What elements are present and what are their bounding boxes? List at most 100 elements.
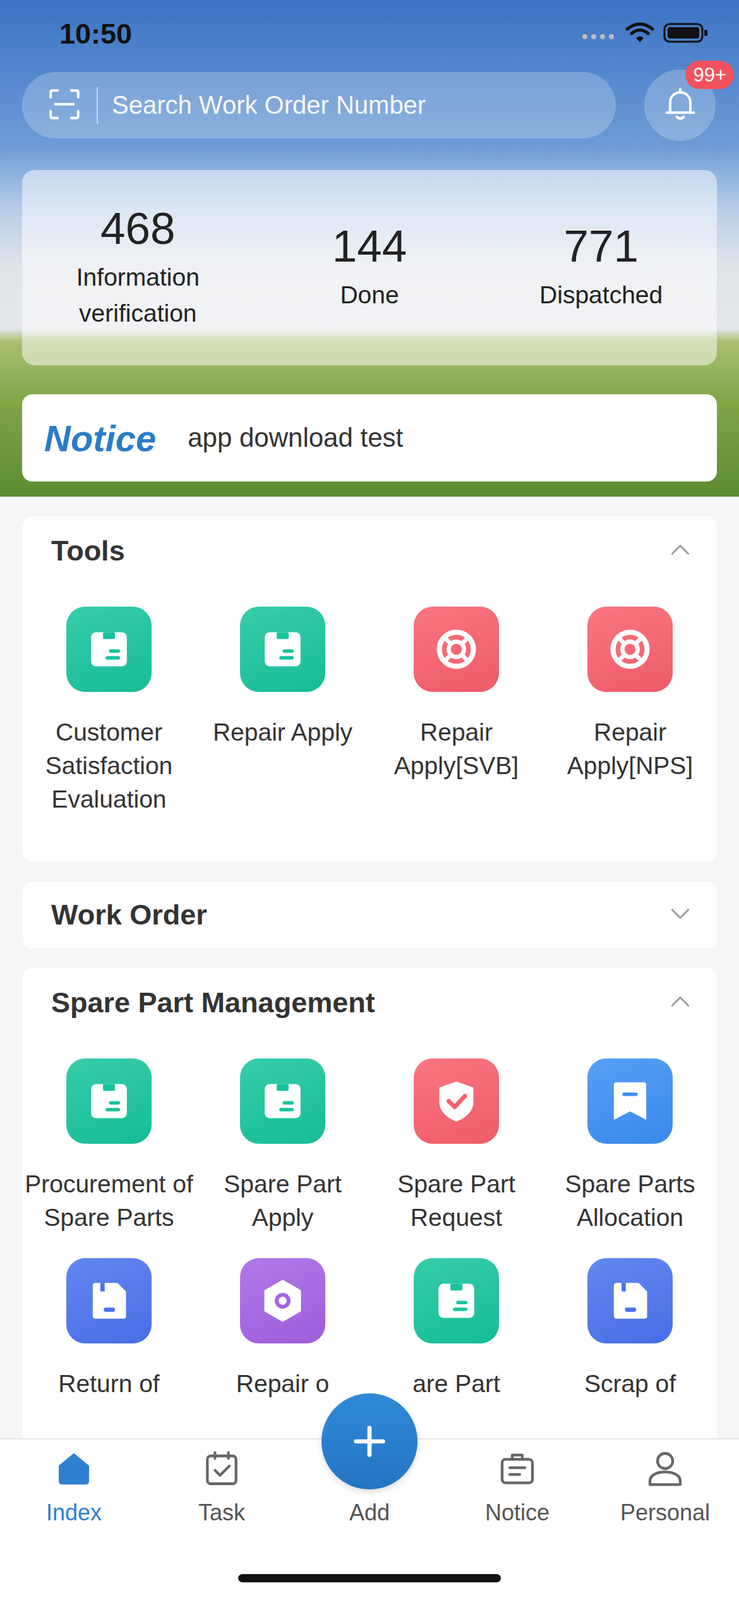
tool-item[interactable]: Spare Parts Allocation (543, 1057, 717, 1234)
notice-text: app download test (187, 422, 403, 453)
lifebuoy-icon (587, 606, 673, 692)
tab-item[interactable]: Index (0, 1438, 148, 1600)
box-icon (66, 1057, 152, 1144)
bookmark-icon (587, 1057, 673, 1144)
tool-tile[interactable] (240, 606, 326, 692)
tool-tile[interactable] (413, 606, 499, 692)
tab-label: Index (46, 1488, 102, 1527)
floppy-icon (587, 1257, 673, 1343)
section-card: ToolsCustomer Satisfaction EvaluationRep… (22, 516, 717, 862)
add-button[interactable] (321, 1392, 418, 1489)
tool-label: Procurement of Spare Parts (22, 1143, 196, 1234)
wifi-icon (625, 21, 655, 47)
box-icon (66, 606, 152, 692)
tool-item[interactable]: Procurement of Spare Parts (22, 1057, 196, 1234)
stat-value: 144 (332, 221, 407, 271)
status-bar: 10:50 (0, 0, 739, 64)
tool-tile[interactable] (413, 1057, 499, 1144)
lifebuoy-icon (413, 606, 499, 692)
tool-item[interactable]: Return of (22, 1257, 196, 1400)
search-divider (96, 87, 98, 124)
tool-label: Return of (55, 1342, 162, 1400)
tool-tile[interactable] (66, 1057, 152, 1144)
chevron-up-icon[interactable] (666, 535, 695, 566)
stat-label: Done (339, 270, 399, 314)
tool-tile[interactable] (240, 1057, 326, 1144)
tool-label: Spare Parts Allocation (543, 1143, 717, 1234)
tool-tile[interactable] (587, 606, 673, 692)
tool-item[interactable]: Spare Part Apply (195, 1057, 370, 1234)
header-banner: 10:5099+468Information verification144Do… (0, 0, 739, 497)
search-input[interactable] (111, 84, 597, 126)
home-indicator (238, 1573, 501, 1582)
tool-item[interactable]: Spare Part Request (369, 1057, 544, 1234)
tool-tile[interactable] (66, 606, 152, 692)
status-icons (581, 16, 709, 47)
tool-label: Repair Apply (210, 691, 355, 749)
stat-value: 771 (563, 221, 638, 271)
section-header[interactable]: Spare Part Management (22, 983, 717, 1022)
floppy-icon (66, 1257, 152, 1343)
tool-grid: Customer Satisfaction EvaluationRepair A… (22, 569, 717, 862)
tool-tile[interactable] (587, 1057, 673, 1144)
shield-icon (413, 1057, 499, 1144)
stat-item[interactable]: 468Information verification (22, 204, 254, 331)
search-row: 99+ (0, 63, 739, 141)
notice-bar[interactable]: Noticeapp download test (22, 394, 717, 482)
clock: 10:50 (59, 12, 133, 51)
tool-label: Repair Apply[NPS] (543, 691, 717, 782)
tool-label: Repair o (233, 1342, 332, 1400)
stats-card: 468Information verification144Done771Dis… (22, 169, 717, 366)
hex-icon (240, 1257, 326, 1343)
tool-grid: Procurement of Spare PartsSpare Part App… (22, 1021, 717, 1446)
tab-label: Task (198, 1488, 246, 1527)
tool-item[interactable]: Repair Apply (195, 606, 370, 816)
section-header[interactable]: Tools (22, 531, 717, 570)
task-icon (201, 1447, 242, 1489)
section-header[interactable]: Work Order (22, 895, 717, 934)
stat-value: 468 (100, 204, 175, 254)
tool-item[interactable]: Repair o (195, 1257, 370, 1400)
tool-item[interactable]: Repair Apply[NPS] (543, 606, 717, 816)
chevron-down-icon[interactable] (666, 899, 695, 930)
tool-tile[interactable] (413, 1257, 499, 1343)
tool-label: are Part (409, 1342, 503, 1400)
search-bar[interactable] (22, 72, 616, 139)
box-icon (413, 1257, 499, 1343)
home-icon (53, 1447, 95, 1489)
section-card: Spare Part ManagementProcurement of Spar… (22, 967, 717, 1446)
tool-tile[interactable] (240, 1257, 326, 1343)
tab-label: Personal (620, 1488, 710, 1527)
tab-label: Notice (485, 1488, 550, 1527)
section-title: Work Order (51, 898, 208, 932)
section-title: Tools (51, 534, 126, 568)
battery-icon (663, 21, 709, 47)
stat-label: Information verification (65, 253, 211, 331)
tab-label: Add (349, 1488, 390, 1527)
tool-label: Repair Apply[SVB] (369, 691, 544, 782)
content: ToolsCustomer Satisfaction EvaluationRep… (0, 496, 739, 1446)
stat-item[interactable]: 771Dispatched (485, 221, 717, 314)
tab-item[interactable]: Personal (591, 1438, 739, 1600)
tool-tile[interactable] (66, 1257, 152, 1343)
plus-icon (349, 1420, 390, 1461)
tool-label: Spare Part Apply (195, 1143, 370, 1234)
box-icon (240, 606, 326, 692)
bell-icon (660, 84, 701, 127)
scan-icon[interactable] (46, 85, 83, 126)
notification-button[interactable]: 99+ (644, 69, 716, 141)
tool-item[interactable]: Repair Apply[SVB] (369, 606, 544, 816)
tool-label: Spare Part Request (369, 1143, 544, 1234)
tool-item[interactable]: Customer Satisfaction Evaluation (22, 606, 196, 816)
section-card: Work Order (22, 881, 717, 949)
stat-item[interactable]: 144Done (253, 221, 486, 314)
signal-icon (581, 25, 617, 43)
notice-icon (497, 1447, 538, 1489)
personal-icon (644, 1447, 686, 1489)
chevron-up-icon[interactable] (666, 987, 695, 1018)
tool-item[interactable]: Scrap of (543, 1257, 717, 1400)
notification-badge: 99+ (685, 60, 734, 90)
tool-tile[interactable] (587, 1257, 673, 1343)
tool-item[interactable]: are Part (369, 1257, 544, 1400)
tool-label: Customer Satisfaction Evaluation (22, 691, 196, 816)
